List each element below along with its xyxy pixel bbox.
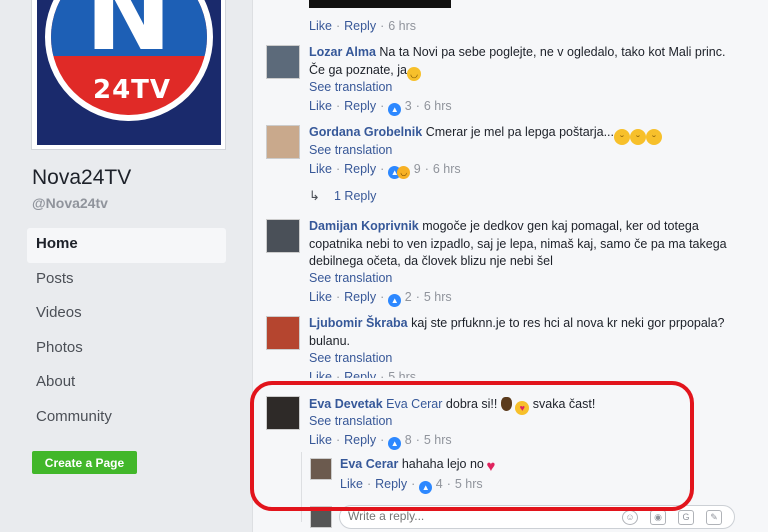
- nav-item-community[interactable]: Community: [27, 401, 226, 436]
- reaction-count[interactable]: 3: [405, 99, 412, 113]
- comment-actions: Like · Reply · 6 hrs: [309, 19, 417, 33]
- reply-link[interactable]: Reply: [344, 290, 376, 304]
- avatar[interactable]: [266, 45, 300, 79]
- comment-body: Lozar Alma Na ta Novi pa sebe poglejte, …: [309, 44, 729, 81]
- comment-time: 5 hrs: [388, 370, 417, 378]
- comment-actions: Like · Reply · ▲ ◡ 9 · 6 hrs: [309, 162, 461, 179]
- comment-author[interactable]: Gordana Grobelnik: [309, 125, 422, 139]
- reply-link[interactable]: Reply: [344, 19, 376, 33]
- like-link[interactable]: Like: [309, 162, 332, 176]
- view-replies-link[interactable]: 1 Reply: [334, 189, 376, 203]
- reply-link[interactable]: Reply: [344, 370, 376, 378]
- laughing-emoji-icon: ᵕ: [645, 129, 662, 145]
- camera-icon[interactable]: ◉: [650, 510, 666, 525]
- laughing-emoji-icon: ᵕ: [613, 129, 630, 145]
- comment-actions: Like · Reply · ▲ 2 · 5 hrs: [309, 290, 452, 307]
- nav-item-about[interactable]: About: [27, 366, 226, 401]
- page-profile-picture[interactable]: N 24TV: [31, 0, 226, 150]
- logo-text: 24TV: [93, 75, 172, 105]
- nav-item-videos[interactable]: Videos: [27, 297, 226, 332]
- comment-time: 6 hrs: [432, 162, 461, 176]
- disappointed-emoji-icon: ◡: [407, 66, 421, 81]
- emoji-icon[interactable]: ☺: [622, 510, 638, 525]
- comment-body: Ljubomir Škraba kaj ste prfuknn.je to re…: [309, 315, 739, 350]
- page-sidebar: N 24TV Nova24TV @Nova24tv Home Posts Vid…: [0, 0, 240, 532]
- reply-input[interactable]: [348, 509, 608, 523]
- avatar[interactable]: [266, 125, 300, 159]
- reaction-count[interactable]: 2: [405, 290, 412, 304]
- logo-letter: N: [85, 0, 173, 74]
- nova24tv-logo: N 24TV: [45, 0, 213, 121]
- post-media-edge: [309, 0, 451, 8]
- nav-item-photos[interactable]: Photos: [27, 332, 226, 367]
- nav-item-posts[interactable]: Posts: [27, 263, 226, 298]
- haha-reaction-icon: ◡: [397, 166, 411, 179]
- like-link[interactable]: Like: [309, 99, 332, 113]
- avatar[interactable]: [266, 316, 300, 350]
- comment-body: Gordana Grobelnik Cmerar je mel pa lepga…: [309, 124, 729, 145]
- like-link[interactable]: Like: [309, 19, 332, 33]
- comment-time: 5 hrs: [423, 290, 452, 304]
- highlight-circle: [250, 381, 694, 511]
- see-translation-link[interactable]: See translation: [309, 351, 392, 365]
- sticker-icon[interactable]: ✎: [706, 510, 722, 525]
- reaction-count[interactable]: 9: [414, 162, 421, 176]
- reply-link[interactable]: Reply: [344, 162, 376, 176]
- reply-link[interactable]: Reply: [344, 99, 376, 113]
- like-link[interactable]: Like: [309, 290, 332, 304]
- laughing-emoji-icon: ᵕ: [629, 129, 646, 145]
- comment-time: 6 hrs: [423, 99, 452, 113]
- comment-author[interactable]: Damijan Koprivnik: [309, 219, 419, 233]
- comment-body: Damijan Koprivnik mogoče je dedkov gen k…: [309, 218, 739, 271]
- like-link[interactable]: Like: [309, 370, 332, 378]
- comment-author[interactable]: Lozar Alma: [309, 45, 376, 59]
- reply-arrow-icon: ↳: [309, 188, 320, 203]
- like-reaction-icon: ▲: [388, 103, 402, 116]
- see-translation-link[interactable]: See translation: [309, 143, 392, 157]
- avatar[interactable]: [266, 219, 300, 253]
- page-handle[interactable]: @Nova24tv: [32, 195, 108, 211]
- gif-icon[interactable]: G: [678, 510, 694, 525]
- like-reaction-icon: ▲: [388, 294, 402, 307]
- comment-text: Cmerar je mel pa lepga poštarja...: [425, 125, 614, 139]
- comment-time: 6 hrs: [388, 19, 417, 33]
- see-translation-link[interactable]: See translation: [309, 80, 392, 94]
- comment-actions: Like · Reply · 5 hrs: [309, 370, 416, 378]
- comment-actions: Like · Reply · ▲ 3 · 6 hrs: [309, 99, 452, 116]
- comment-author[interactable]: Ljubomir Škraba: [309, 316, 408, 330]
- see-translation-link[interactable]: See translation: [309, 271, 392, 285]
- create-page-button[interactable]: Create a Page: [32, 451, 137, 474]
- nav-item-home[interactable]: Home: [27, 228, 226, 263]
- page-nav: Home Posts Videos Photos About Community: [27, 228, 226, 435]
- page-name[interactable]: Nova24TV: [32, 166, 131, 190]
